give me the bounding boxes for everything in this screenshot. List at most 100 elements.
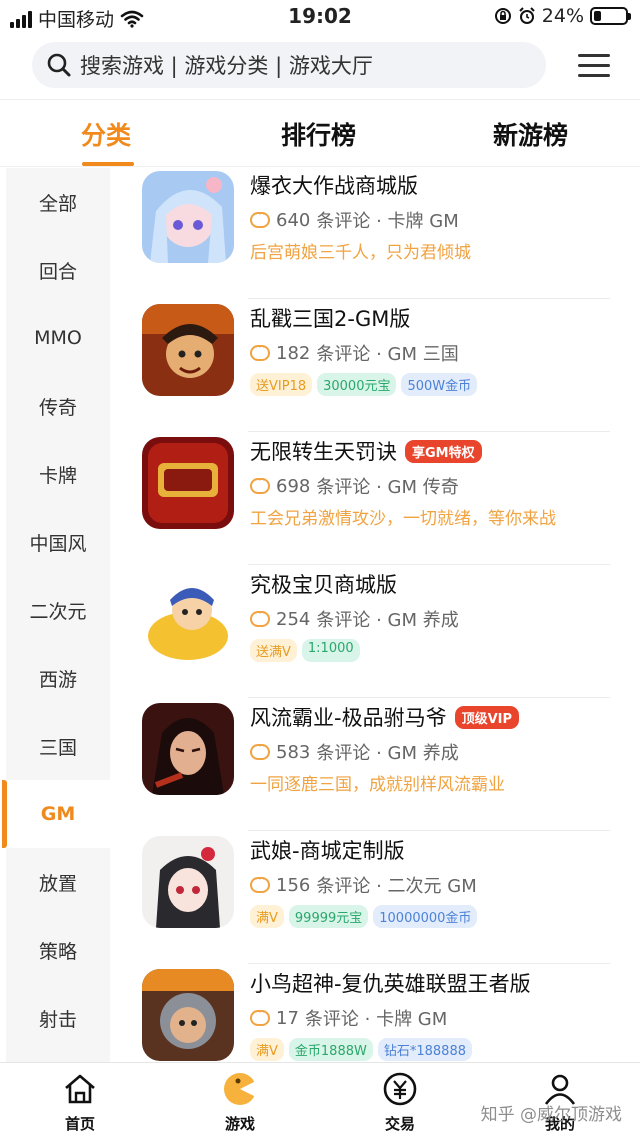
nav-trade-label: 交易 [384, 1115, 415, 1133]
review-count: 698 [276, 475, 311, 497]
game-icon-baoyi [142, 171, 234, 263]
sidebar-item-anime[interactable]: 二次元 [6, 576, 110, 644]
comment-icon [250, 606, 270, 627]
tab-new-games[interactable]: 新游榜 [493, 116, 568, 152]
game-tags: 送VIP18 30000元宝 500W金币 [250, 373, 478, 396]
review-count: 640 [276, 209, 311, 231]
game-title-wrap: 武娘-商城定制版 [250, 835, 405, 865]
review-meta: 条评论 · GM 传奇 [316, 477, 459, 498]
comment-icon [250, 872, 270, 893]
game-description: 后宫萌娘三千人，只为君倾城 [250, 243, 471, 263]
review-meta: 条评论 · GM 三国 [316, 344, 459, 365]
search-icon [47, 53, 71, 77]
review-count: 156 [276, 874, 311, 896]
game-tag: 钻石*188888 [377, 1038, 472, 1061]
game-meta: 698条评论 · GM 传奇 [250, 473, 459, 499]
game-icon-jiji-baobei [142, 570, 234, 662]
sidebar-item-idle[interactable]: 放置 [6, 848, 110, 916]
comment-icon [250, 207, 270, 228]
game-tag: 金币1888W [288, 1038, 373, 1061]
sidebar-item-shooting[interactable]: 射击 [6, 984, 110, 1052]
alarm-icon [519, 7, 535, 24]
review-meta: 条评论 · GM 养成 [316, 743, 459, 764]
sidebar-item-turn-based[interactable]: 回合 [6, 236, 110, 304]
game-tag: 送满V [250, 639, 297, 662]
tab-ranking[interactable]: 排行榜 [281, 116, 356, 152]
game-icon [224, 1073, 258, 1105]
sidebar-active-indicator [2, 780, 7, 848]
vip-badge: 顶级VIP [454, 705, 520, 729]
tab-category[interactable]: 分类 [81, 116, 131, 152]
battery-fill [594, 11, 601, 21]
game-title: 究极宝贝商城版 [250, 573, 397, 597]
game-icon-fengliu-baye [142, 703, 234, 795]
review-meta: 条评论 · GM 养成 [316, 610, 459, 631]
game-tag: 满V [250, 905, 284, 928]
sidebar-item-mmo[interactable]: MMO [6, 304, 110, 372]
battery-icon [590, 7, 631, 25]
trade-icon [383, 1072, 417, 1106]
game-item[interactable]: 风流霸业-极品驸马爷顶级VIP 583条评论 · GM 养成 一同逐鹿三国，成就… [118, 698, 640, 831]
search-row: 搜索游戏 | 游戏分类 | 游戏大厅 [0, 34, 640, 98]
game-icon-luanzhan [142, 304, 234, 396]
game-tag: 1:1000 [301, 639, 360, 662]
comment-icon [250, 340, 270, 361]
comment-icon [250, 739, 270, 760]
game-icon-xiaoniao-chaoshen [142, 969, 234, 1061]
sidebar-item-journey-west[interactable]: 西游 [6, 644, 110, 712]
review-meta: 条评论 · 卡牌 GM [304, 1009, 448, 1030]
nav-home-label: 首页 [64, 1115, 95, 1133]
watermark: 知乎 @威尔顶游戏 [480, 1105, 622, 1125]
sidebar: 全部 回合 MMO 传奇 卡牌 中国风 二次元 西游 三国 GM 放置 策略 射… [2, 168, 110, 1062]
game-item[interactable]: 爆衣大作战商城版 640条评论 · 卡牌 GM 后宫萌娘三千人，只为君倾城 [118, 166, 640, 299]
nav-home[interactable]: 首页 [40, 1071, 120, 1134]
review-count: 182 [276, 342, 311, 364]
game-item[interactable]: 小鸟超神-复仇英雄联盟王者版 17条评论 · 卡牌 GM 满V 金币1888W … [118, 964, 640, 1062]
menu-icon[interactable] [578, 52, 610, 80]
review-count: 583 [276, 741, 311, 763]
game-title: 小鸟超神-复仇英雄联盟王者版 [250, 972, 531, 996]
game-title: 武娘-商城定制版 [250, 839, 405, 863]
game-tag: 99999元宝 [288, 905, 369, 928]
category-tabs: 分类 排行榜 新游榜 [0, 99, 640, 167]
game-tags: 满V 99999元宝 10000000金币 [250, 905, 478, 928]
game-tags: 满V 金币1888W 钻石*188888 [250, 1038, 472, 1061]
nav-trade[interactable]: 交易 [360, 1071, 440, 1134]
game-tag: 500W金币 [401, 373, 478, 396]
game-description: 工会兄弟激情攻沙，一切就绪，等你来战 [250, 509, 556, 529]
nav-games[interactable]: 游戏 [200, 1071, 280, 1134]
sidebar-item-legend[interactable]: 传奇 [6, 372, 110, 440]
orientation-lock-icon [494, 8, 511, 24]
game-title-wrap: 究极宝贝商城版 [250, 569, 397, 599]
game-list: 爆衣大作战商城版 640条评论 · 卡牌 GM 后宫萌娘三千人，只为君倾城 乱戳… [118, 166, 640, 1062]
game-title: 乱戳三国2-GM版 [250, 307, 411, 331]
review-meta: 条评论 · 二次元 GM [316, 876, 477, 897]
game-icon-wuniang [142, 836, 234, 928]
battery-percent: 24% [541, 5, 584, 27]
game-description: 一同逐鹿三国，成就别样风流霸业 [250, 775, 505, 795]
game-item[interactable]: 乱戳三国2-GM版 182条评论 · GM 三国 送VIP18 30000元宝 … [118, 299, 640, 432]
game-meta: 640条评论 · 卡牌 GM [250, 207, 459, 233]
game-item[interactable]: 武娘-商城定制版 156条评论 · 二次元 GM 满V 99999元宝 1000… [118, 831, 640, 964]
sidebar-item-all[interactable]: 全部 [6, 168, 110, 236]
sidebar-item-strategy[interactable]: 策略 [6, 916, 110, 984]
review-count: 17 [276, 1007, 299, 1029]
sidebar-item-gm[interactable]: GM [6, 780, 110, 848]
sidebar-item-chinese-style[interactable]: 中国风 [6, 508, 110, 576]
search-bar[interactable]: 搜索游戏 | 游戏分类 | 游戏大厅 [32, 42, 546, 88]
game-tag: 30000元宝 [317, 373, 397, 396]
sidebar-item-card[interactable]: 卡牌 [6, 440, 110, 508]
search-placeholder: 搜索游戏 | 游戏分类 | 游戏大厅 [80, 54, 373, 78]
game-icon-tianfajue [142, 437, 234, 529]
game-title-wrap: 无限转生天罚诀 享GM特权 [250, 436, 482, 466]
game-tag: 送VIP18 [250, 373, 313, 396]
sidebar-item-three-kingdoms[interactable]: 三国 [6, 712, 110, 780]
gm-privilege-badge: 享GM特权 [405, 439, 482, 463]
game-item[interactable]: 究极宝贝商城版 254条评论 · GM 养成 送满V 1:1000 [118, 565, 640, 698]
game-meta: 182条评论 · GM 三国 [250, 340, 459, 366]
game-title: 风流霸业-极品驸马爷 [250, 706, 447, 730]
comment-icon [250, 1005, 270, 1026]
game-title: 无限转生天罚诀 [250, 440, 397, 464]
game-title-wrap: 爆衣大作战商城版 [250, 170, 418, 200]
game-item[interactable]: 无限转生天罚诀享GM特权 698条评论 · GM 传奇 工会兄弟激情攻沙，一切就… [118, 432, 640, 565]
